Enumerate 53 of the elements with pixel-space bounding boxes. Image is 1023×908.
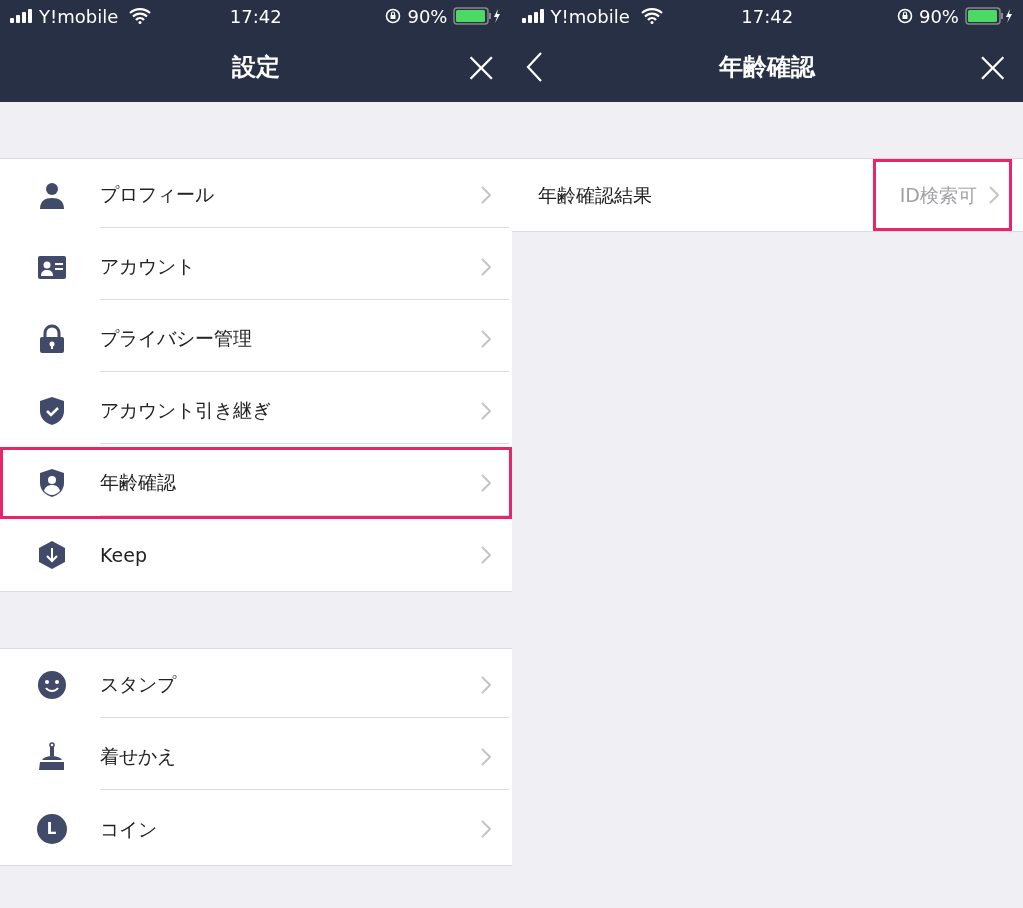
close-button[interactable]: ×: [459, 45, 500, 89]
chevron-right-icon: [480, 401, 491, 420]
chevron-right-icon: [480, 546, 491, 564]
chevron-right-icon: [480, 329, 491, 348]
carrier-name: Y!mobile: [550, 4, 630, 29]
settings-row[interactable]: アカウント: [0, 231, 512, 303]
smiley-icon: [36, 670, 67, 700]
row-value: ID検索可: [899, 182, 977, 208]
row-label: コイン: [100, 816, 158, 842]
chevron-right-icon: [480, 747, 491, 766]
down-arrow-hexagon-icon: [36, 540, 67, 570]
settings-row[interactable]: プライバシー管理: [0, 303, 512, 375]
settings-row[interactable]: 着せかえ: [0, 721, 512, 793]
row-label: アカウント: [100, 254, 196, 280]
battery-percent: 90%: [918, 4, 959, 29]
chevron-right-icon: [480, 257, 491, 276]
row-label: 年齢確認: [100, 470, 177, 496]
screen-title: 年齢確認: [717, 52, 817, 83]
chevron-right-icon: [480, 185, 491, 204]
brush-icon: [36, 742, 67, 772]
settings-row[interactable]: プロフィール: [0, 159, 512, 231]
signal-icon: [10, 9, 34, 23]
chevron-right-icon: [480, 820, 491, 838]
carrier-name: Y!mobile: [39, 4, 119, 29]
clock-time: 17:42: [740, 4, 795, 29]
coin-icon: L: [36, 814, 67, 844]
settings-row[interactable]: アカウント引き継ぎ: [0, 375, 512, 447]
signal-icon: [521, 9, 546, 23]
clock-time: 17:42: [228, 4, 283, 29]
row-label: アカウント引き継ぎ: [100, 398, 272, 424]
row-label: プライバシー管理: [100, 326, 253, 352]
settings-row[interactable]: L コイン: [0, 793, 512, 865]
settings-row[interactable]: 年齢確認結果 ID検索可: [511, 159, 1023, 231]
battery-percent: 90%: [407, 4, 448, 29]
row-label: プロフィール: [100, 182, 215, 208]
wifi-icon: [129, 8, 152, 24]
row-label: スタンプ: [100, 672, 178, 698]
settings-row[interactable]: Keep: [0, 519, 512, 591]
chevron-right-icon: [480, 473, 491, 492]
chevron-right-icon: [989, 186, 999, 204]
rotation-lock-icon: [385, 8, 402, 24]
wifi-icon: [640, 8, 663, 24]
close-button[interactable]: ×: [971, 45, 1011, 89]
rotation-lock-icon: [896, 8, 913, 24]
row-label: 着せかえ: [100, 744, 177, 770]
settings-row[interactable]: 年齢確認: [0, 447, 512, 519]
row-label: Keep: [100, 542, 148, 568]
screen-title: 設定: [230, 52, 281, 83]
row-label: 年齢確認結果: [537, 182, 653, 208]
chevron-right-icon: [480, 675, 491, 694]
battery-charging-icon: [453, 7, 502, 25]
battery-charging-icon: [965, 7, 1013, 25]
settings-row[interactable]: スタンプ: [0, 649, 512, 721]
